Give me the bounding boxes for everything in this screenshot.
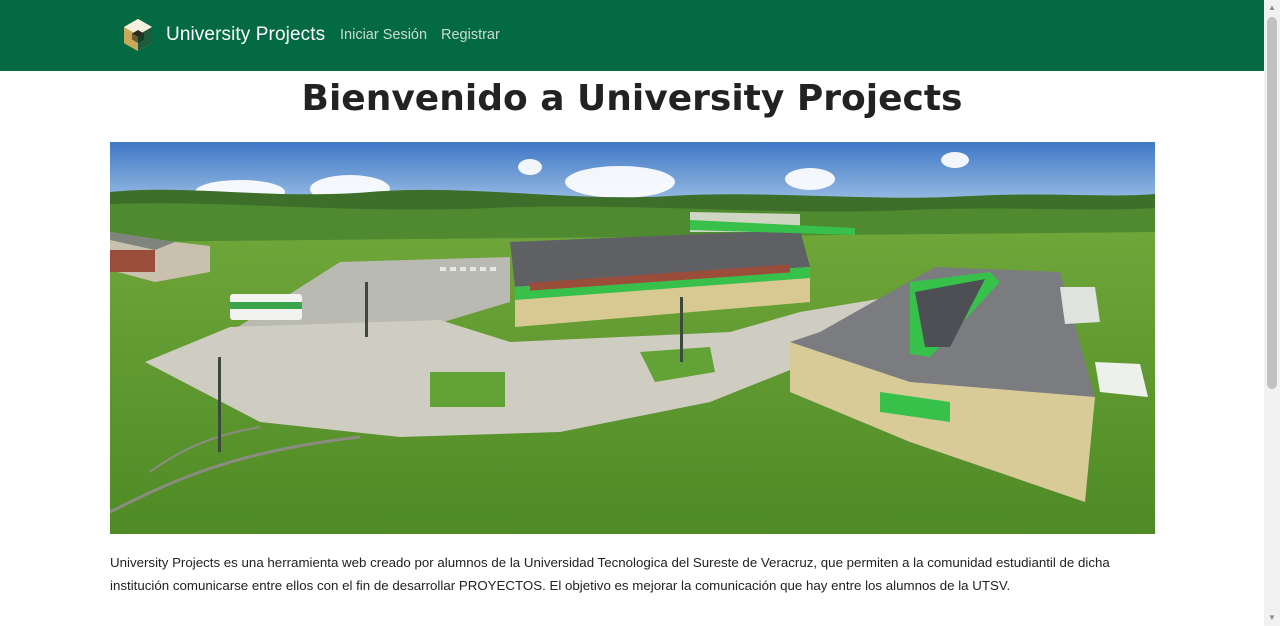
scroll-down-arrow-icon[interactable]: ▼ xyxy=(1264,610,1280,626)
scrollbar-thumb[interactable] xyxy=(1267,17,1277,389)
page-scrollbar[interactable]: ▲ ▼ xyxy=(1264,0,1280,626)
navbar: University Projects Iniciar Sesión Regis… xyxy=(0,0,1264,71)
register-link[interactable]: Registrar xyxy=(441,27,500,43)
campus-photo xyxy=(110,142,1155,534)
site-description: University Projects es una herramienta w… xyxy=(110,555,1110,593)
login-link[interactable]: Iniciar Sesión xyxy=(340,27,427,43)
brand-name: University Projects xyxy=(166,24,326,45)
logo-icon xyxy=(124,19,152,51)
scroll-up-arrow-icon[interactable]: ▲ xyxy=(1264,0,1280,16)
brand-link[interactable]: University Projects xyxy=(122,18,325,52)
page-title: Bienvenido a University Projects xyxy=(301,78,963,119)
hero-image xyxy=(110,142,1155,534)
